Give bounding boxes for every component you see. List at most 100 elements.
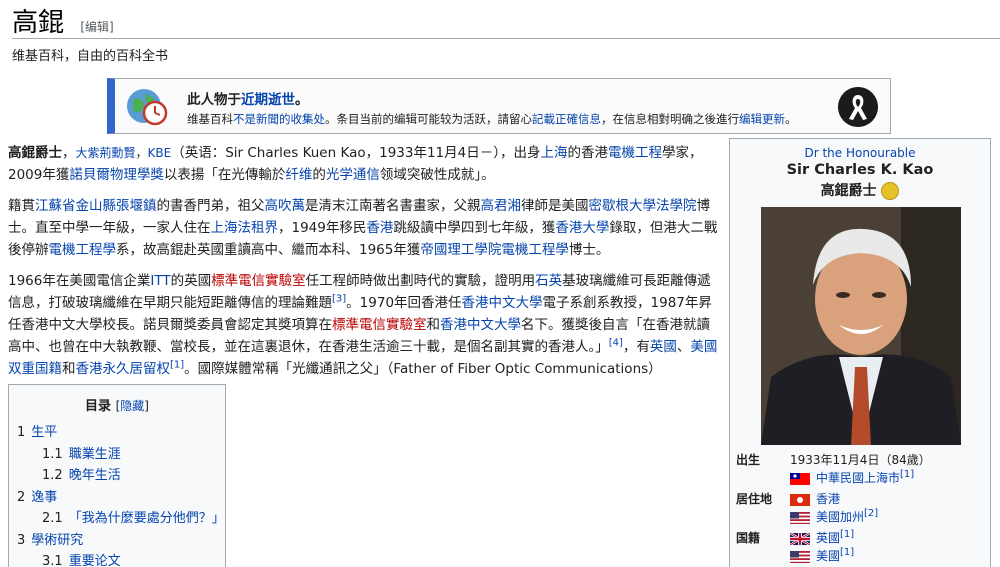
nationality-us-ref[interactable]: [1]	[840, 547, 854, 558]
article-text: ，1949年移民	[278, 220, 367, 236]
article-link[interactable]: ITT	[150, 273, 170, 289]
notice-text: 维基百科不是新聞的收集处。条目当前的编辑可能较为活跃，請留心記載正確信息，在信息…	[187, 111, 797, 127]
article-link[interactable]: 江蘇省金山縣張堰鎮	[35, 198, 157, 214]
page-title: 高錕	[12, 8, 65, 38]
article-link[interactable]: 香港中文大學	[462, 295, 543, 311]
article-link[interactable]: 香港中文大學	[440, 317, 521, 333]
article-link[interactable]: 香港大學	[555, 220, 609, 236]
portrait-photo[interactable]	[761, 207, 961, 445]
article-text: （英语：Sir Charles Kuen Kao，1933年11月4日－），出身	[171, 145, 541, 161]
article-link[interactable]: 高君湘	[481, 198, 522, 214]
accurate-info-link[interactable]: 記載正確信息	[532, 112, 601, 126]
article-link[interactable]: KBE	[148, 146, 172, 160]
article-link[interactable]: 諾貝爾物理學獎	[69, 167, 164, 183]
article-text: 跳級讀中學四到七年級，獲	[393, 220, 556, 236]
toc-item-label[interactable]: 生平	[31, 425, 57, 440]
residence-hk-link[interactable]: 香港	[816, 492, 840, 506]
toc-item[interactable]: 2 逸事	[9, 487, 225, 509]
article-link[interactable]: 標準電信實驗室	[332, 317, 427, 333]
notice-text-1: 维基百科	[187, 112, 233, 126]
article-link[interactable]: 高吹萬	[265, 198, 306, 214]
toc-item-label[interactable]: 學術研究	[31, 533, 83, 548]
not-news-link[interactable]: 不是新聞的收集处	[233, 112, 325, 126]
toc-hide-link[interactable]: 隐藏	[120, 399, 144, 413]
article-link[interactable]: 電機工程	[608, 145, 662, 161]
article-text: 的書香門弟，祖父	[156, 198, 265, 214]
toc-item[interactable]: 3 學術研究	[9, 530, 225, 552]
article-link[interactable]: 電機工程學	[501, 242, 569, 258]
notice-title: 此人物于近期逝世。	[187, 88, 309, 108]
nationality-us-link[interactable]: 美國	[816, 549, 840, 563]
notice-title-suffix: 。	[295, 92, 309, 108]
article-link[interactable]: 纤维	[285, 167, 312, 183]
toc-item[interactable]: 3.1 重要论文	[9, 551, 225, 567]
article-text: ，有	[622, 339, 650, 355]
born-date: 1933年11月4日（84歲）	[790, 453, 931, 467]
infobox-honorific[interactable]: Dr the Honourable	[730, 146, 990, 160]
article-link[interactable]: 帝國理工學院	[420, 242, 501, 258]
edit-title-link[interactable]: [编辑]	[80, 20, 113, 34]
toc-hide-bracket-close: ]	[144, 399, 149, 413]
nationality-label: 国籍	[736, 531, 761, 545]
article-link[interactable]: 英國	[650, 339, 677, 355]
article-page: 高錕 [编辑] 维基百科，自由的百科全书 此人物于近期逝世。 维基百科不是新聞的…	[0, 0, 1000, 567]
article-text: 。1970年回香港任	[346, 295, 462, 311]
infobox-name-cn-text: 高錕爵士	[820, 183, 877, 199]
infobox-name-cn: 高錕爵士	[730, 180, 990, 200]
intro-paragraph: 高錕爵士，大紫荊勳賢，KBE（英语：Sir Charles Kuen Kao，1…	[8, 142, 720, 186]
article-link[interactable]: 石英	[535, 273, 562, 289]
residence-ref[interactable]: [2]	[864, 508, 878, 519]
black-ribbon-icon	[838, 87, 878, 127]
born-place-link[interactable]: 中華民國上海市	[816, 471, 900, 485]
residence-ca-link[interactable]: 美國加州	[816, 510, 864, 524]
globe-clock-icon	[127, 89, 168, 126]
flag-us-icon	[790, 550, 810, 563]
article-text: ，	[62, 145, 76, 161]
born-ref[interactable]: [1]	[900, 469, 914, 480]
article-link[interactable]: 香港	[366, 220, 393, 236]
article-link[interactable]: 電機工程學	[49, 242, 117, 258]
reference-link[interactable]: [1]	[170, 360, 184, 371]
toc-item-label[interactable]: 晚年生活	[69, 468, 121, 483]
toc-item-label[interactable]: 逸事	[31, 490, 57, 505]
flag-us-icon	[790, 511, 810, 524]
article-link[interactable]: 光学通信	[326, 167, 380, 183]
toc-item-label[interactable]: 重要论文	[69, 554, 121, 567]
article-link[interactable]: 香港永久居留权	[76, 361, 171, 377]
title-row: 高錕 [编辑]	[12, 2, 114, 39]
toc-item-number: 1.1	[42, 446, 63, 462]
recent-death-notice: 此人物于近期逝世。 维基百科不是新聞的收集处。条目当前的编辑可能较为活跃，請留心…	[107, 78, 891, 134]
born-place-line: 中華民國上海市[1]	[790, 469, 990, 487]
toc-item-number: 1	[17, 425, 26, 440]
toc-title: 目录	[85, 399, 112, 414]
toc-item[interactable]: 1.2 晚年生活	[9, 465, 225, 487]
toc-item-label[interactable]: 「我為什麼要處分他們？」	[69, 511, 225, 526]
nationality-uk-ref[interactable]: [1]	[840, 529, 854, 540]
toc-item[interactable]: 2.1 「我為什麼要處分他們？」	[9, 508, 225, 530]
article-link[interactable]: 上海	[540, 145, 567, 161]
nationality-uk-link[interactable]: 英國	[816, 531, 840, 545]
toc-item-number: 3	[17, 532, 26, 548]
notice-title-prefix: 此人物于	[187, 92, 241, 108]
toc-item[interactable]: 1 生平	[9, 422, 225, 444]
reference-link[interactable]: [4]	[609, 338, 623, 349]
edit-update-link[interactable]: 编辑更新	[739, 112, 785, 126]
toc-item[interactable]: 1.1 職業生涯	[9, 444, 225, 466]
career-paragraph: 1966年在美國電信企業ITT的英國標準電信實驗室任工程師時做出劃時代的實驗，證…	[8, 270, 720, 380]
article-link[interactable]: 密歇根大學法學院	[589, 198, 697, 214]
notice-text-3: ，在信息相對明确之後進行	[601, 112, 739, 126]
born-value: 1933年11月4日（84歲） 中華民國上海市[1]	[790, 451, 990, 487]
article-text: 1966年在美國電信企業	[8, 273, 151, 289]
article-link[interactable]: 上海法租界	[211, 220, 279, 236]
article-link[interactable]: 大紫荊勳賢	[76, 146, 136, 160]
notice-text-2: 。条目当前的编辑可能较为活跃，請留心	[325, 112, 532, 126]
toc-item-label[interactable]: 職業生涯	[69, 447, 121, 462]
residence-value: 香港 美國加州[2]	[790, 490, 990, 526]
nationality-line-1: 英國[1]	[790, 529, 990, 547]
article-text: 的香港	[567, 145, 608, 161]
toc-item-number: 1.2	[42, 468, 63, 483]
recent-death-link[interactable]: 近期逝世	[241, 92, 295, 108]
article-link[interactable]: 標準電信實驗室	[211, 273, 306, 289]
reference-link[interactable]: [3]	[332, 294, 346, 305]
article-text: 领域突破性成就」。	[379, 167, 495, 183]
